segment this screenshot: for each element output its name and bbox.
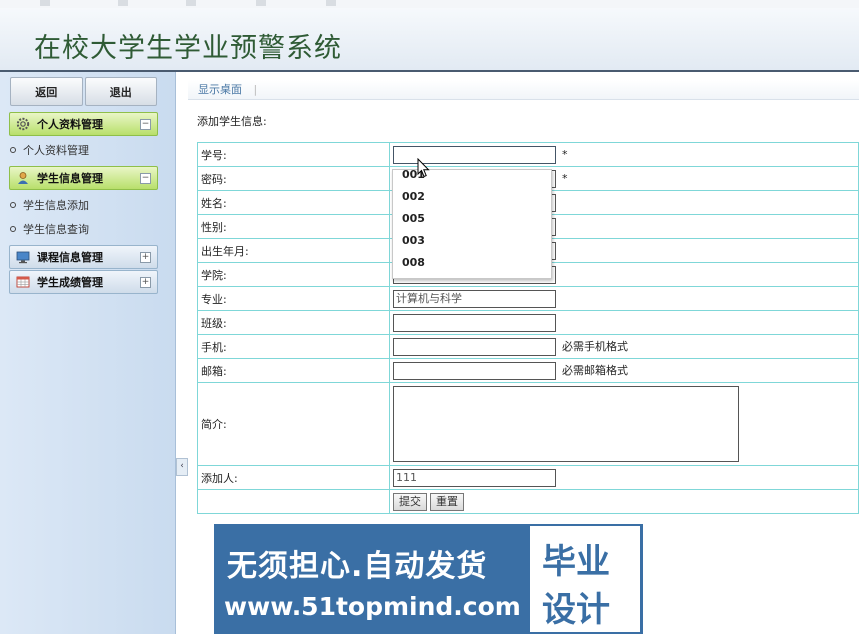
collapse-toggle[interactable]: − <box>140 172 151 184</box>
banner-badge-line2: 设计 <box>542 590 610 630</box>
form-cell: 必需邮箱格式 <box>389 358 859 383</box>
sidebar-item-label: 个人资料管理 <box>23 144 89 157</box>
bullet-icon <box>10 202 16 208</box>
autocomplete-option[interactable]: 008 <box>393 252 551 274</box>
adder-label: 添加人: <box>197 465 390 490</box>
ad-banner[interactable]: 无须担心.自动发货 www.51topmind.com 毕业 设计 <box>214 524 643 634</box>
phone-hint: 必需手机格式 <box>562 339 628 353</box>
gender-label: 性别: <box>197 214 390 239</box>
group-label: 学生成绩管理 <box>37 276 103 289</box>
sidebar-button-row: 返回 退出 <box>10 77 157 106</box>
major-label: 专业: <box>197 286 390 311</box>
user-icon <box>15 171 31 185</box>
form-cell: 计算机与科学 <box>389 286 859 311</box>
form-cell: 必需手机格式 <box>389 334 859 359</box>
sidebar-collapse-handle[interactable]: ‹ <box>176 458 188 476</box>
sidebar-item-student-add[interactable]: 学生信息添加 <box>10 197 89 213</box>
major-input[interactable]: 计算机与科学 <box>393 289 556 308</box>
banner-slogan: 无须担心.自动发货 <box>227 549 488 584</box>
form-row-phone: 手机: 必需手机格式 <box>197 334 859 359</box>
form-row-class: 班级: <box>197 310 859 335</box>
birth-label: 出生年月: <box>197 238 390 263</box>
email-input[interactable] <box>393 361 556 380</box>
phone-label: 手机: <box>197 334 390 359</box>
submit-button[interactable]: 提交 <box>393 492 427 511</box>
group-course-info[interactable]: 课程信息管理 + <box>9 245 158 269</box>
group-label: 个人资料管理 <box>37 118 103 131</box>
empty-cell <box>197 489 390 514</box>
required-mark: * <box>562 171 568 185</box>
intro-label: 简介: <box>197 382 390 466</box>
autocomplete-option[interactable]: 002 <box>393 186 551 208</box>
group-student-info[interactable]: 学生信息管理 − <box>9 166 158 190</box>
banner-url: www.51topmind.com <box>224 592 521 621</box>
form-cell <box>389 310 859 335</box>
class-label: 班级: <box>197 310 390 335</box>
phone-input[interactable] <box>393 337 556 356</box>
form-row-student-id: 学号: * <box>197 142 859 167</box>
group-personal-info[interactable]: 个人资料管理 − <box>9 112 158 136</box>
autocomplete-option[interactable]: 005 <box>393 208 551 230</box>
intro-textarea[interactable] <box>393 386 739 462</box>
sidebar-item-label: 学生信息查询 <box>23 223 89 236</box>
gear-icon <box>15 117 31 131</box>
name-label: 姓名: <box>197 190 390 215</box>
autocomplete-dropdown: 001 002 005 003 008 <box>392 169 552 279</box>
sidebar: 返回 退出 个人资料管理 − 个人资料管理 学生信息管理 − 学生信息添加 学生… <box>0 72 176 634</box>
exit-button[interactable]: 退出 <box>84 77 157 106</box>
expand-toggle[interactable]: + <box>140 276 151 288</box>
section-title: 添加学生信息: <box>197 115 267 128</box>
form-row-major: 专业: 计算机与科学 <box>197 286 859 311</box>
form-cell: * <box>389 142 859 167</box>
sidebar-item-label: 学生信息添加 <box>23 199 89 212</box>
form-row-actions: 提交 重置 <box>197 489 859 514</box>
table-icon <box>15 275 31 289</box>
student-id-label: 学号: <box>197 142 390 167</box>
form-row-adder: 添加人: 111 <box>197 465 859 490</box>
sidebar-item-student-query[interactable]: 学生信息查询 <box>10 221 89 237</box>
adder-input[interactable]: 111 <box>393 468 556 487</box>
form-row-email: 邮箱: 必需邮箱格式 <box>197 358 859 383</box>
group-label: 课程信息管理 <box>37 251 103 264</box>
email-label: 邮箱: <box>197 358 390 383</box>
form-cell: 提交 重置 <box>389 489 859 514</box>
mouse-cursor-icon <box>417 158 430 178</box>
group-grade-info[interactable]: 学生成绩管理 + <box>9 270 158 294</box>
autocomplete-option[interactable]: 003 <box>393 230 551 252</box>
class-input[interactable] <box>393 313 556 332</box>
show-desktop-link[interactable]: 显示桌面 <box>198 83 242 96</box>
banner-badge-line1: 毕业 <box>542 542 610 582</box>
reset-button[interactable]: 重置 <box>430 492 464 511</box>
bullet-icon <box>10 226 16 232</box>
collapse-toggle[interactable]: − <box>140 118 151 130</box>
college-label: 学院: <box>197 262 390 287</box>
monitor-icon <box>15 250 31 264</box>
password-label: 密码: <box>197 166 390 191</box>
sidebar-item-profile[interactable]: 个人资料管理 <box>10 142 89 158</box>
bullet-icon <box>10 147 16 153</box>
back-button[interactable]: 返回 <box>10 77 83 106</box>
group-label: 学生信息管理 <box>37 172 103 185</box>
email-hint: 必需邮箱格式 <box>562 363 628 377</box>
form-cell: 111 <box>389 465 859 490</box>
breadcrumb: 显示桌面 | <box>188 80 859 100</box>
form-row-intro: 简介: <box>197 382 859 466</box>
app-title: 在校大学生学业预警系统 <box>34 33 342 64</box>
breadcrumb-separator: | <box>253 83 258 96</box>
expand-toggle[interactable]: + <box>140 251 151 263</box>
required-mark: * <box>562 147 568 161</box>
banner-badge: 毕业 设计 <box>530 526 640 632</box>
form-cell <box>389 382 859 466</box>
app-header: 在校大学生学业预警系统 <box>0 8 859 72</box>
